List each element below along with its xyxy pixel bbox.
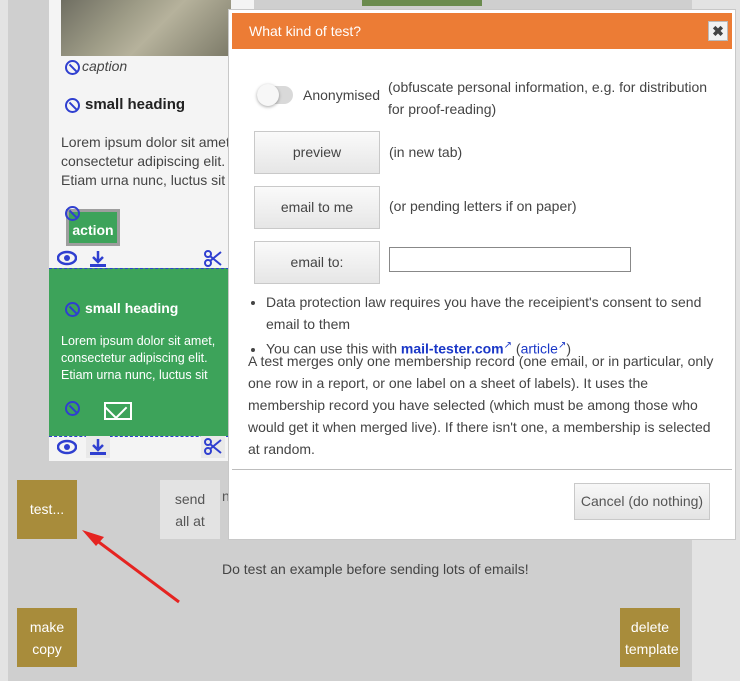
dog-photo <box>61 0 231 56</box>
delete-template-label: delete template <box>625 619 679 657</box>
anonymised-description: (obfuscate personal information, e.g. fo… <box>388 79 708 117</box>
caption-text: caption <box>82 58 128 74</box>
consent-note: Data protection law requires you have th… <box>266 291 718 335</box>
test-hint: Do test an example before sending lots o… <box>222 561 529 577</box>
cancel-button[interactable]: Cancel (do nothing) <box>574 483 710 520</box>
preview-button[interactable]: preview <box>254 131 380 174</box>
preview-description: (in new tab) <box>389 144 463 160</box>
body-text: Lorem ipsum dolor sit amet, consectetur … <box>61 134 234 188</box>
download-icon[interactable] <box>86 436 110 458</box>
ban-icon[interactable] <box>65 206 80 221</box>
make-copy-label: make copy <box>29 619 65 657</box>
ban-icon[interactable] <box>65 60 80 75</box>
green-small-heading: small heading <box>85 300 179 316</box>
envelope-icon[interactable] <box>104 402 132 420</box>
email-to-me-description: (or pending letters if on paper) <box>389 198 577 214</box>
email-to-me-button[interactable]: email to me <box>254 186 380 229</box>
consent-text: Data protection law requires you have th… <box>266 294 702 332</box>
ban-icon[interactable] <box>65 401 80 416</box>
close-icon[interactable]: ✖ <box>708 21 728 41</box>
ban-icon[interactable] <box>65 302 80 317</box>
second-photo <box>362 0 482 6</box>
ban-icon[interactable] <box>65 98 80 113</box>
send-all-label: send all at <box>174 491 206 529</box>
send-all-button[interactable]: send all at <box>160 480 220 539</box>
toggle-knob[interactable] <box>257 84 279 106</box>
anonymised-label: Anonymised <box>303 87 381 103</box>
dialog-header: What kind of test? ✖ <box>232 13 732 49</box>
test-explanation: A test merges only one membership record… <box>248 353 714 457</box>
scissors-icon[interactable] <box>201 436 225 458</box>
dialog-divider <box>232 469 732 470</box>
green-body-text: Lorem ipsum dolor sit amet, consectetur … <box>61 334 216 382</box>
eye-icon[interactable] <box>56 439 78 460</box>
email-to-field[interactable] <box>389 247 631 272</box>
test-button[interactable]: test... <box>17 480 77 539</box>
delete-template-button[interactable]: delete template <box>620 608 680 667</box>
email-to-button[interactable]: email to: <box>254 241 380 284</box>
dialog-title: What kind of test? <box>249 23 362 39</box>
make-copy-button[interactable]: make copy <box>17 608 77 667</box>
small-heading: small heading <box>85 96 186 113</box>
